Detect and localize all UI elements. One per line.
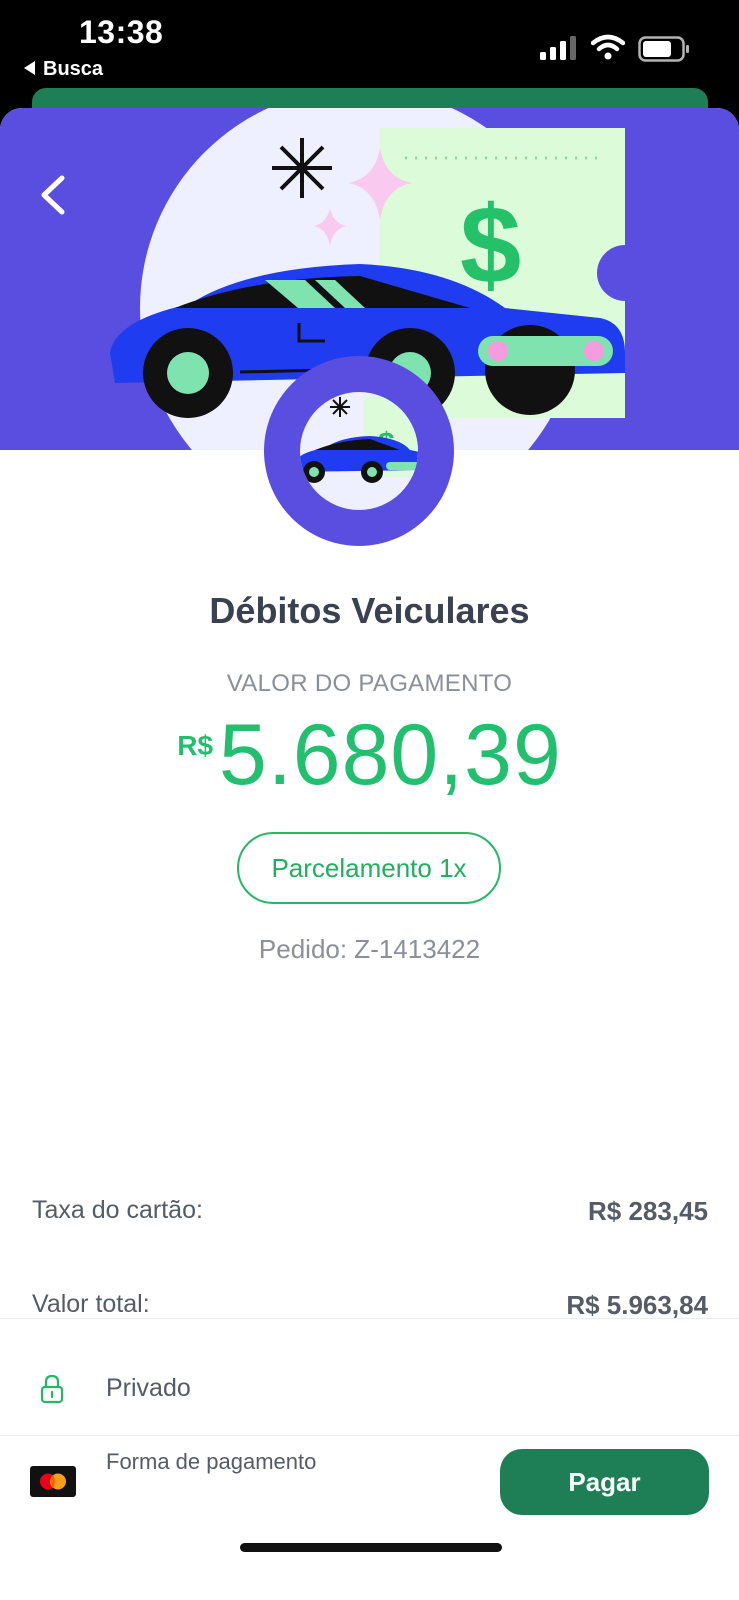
card-fee-label: Taxa do cartão: — [32, 1196, 203, 1224]
payment-method-label[interactable]: Forma de pagamento — [106, 1449, 316, 1475]
status-time: 13:38 — [79, 14, 164, 50]
payment-amount: R$5.680,39 — [0, 706, 739, 805]
pay-button[interactable]: Pagar — [500, 1449, 709, 1515]
cellular-signal-icon — [540, 36, 576, 60]
avatar-illustration: $ — [300, 392, 418, 510]
wifi-icon — [591, 34, 625, 60]
privacy-row[interactable]: Privado — [0, 1344, 739, 1434]
payment-value-label: VALOR DO PAGAMENTO — [226, 670, 513, 697]
mini-car-icon: $ — [300, 397, 418, 483]
payment-row: Forma de pagamento Pagar — [0, 1435, 739, 1545]
mastercard-icon[interactable] — [30, 1466, 76, 1497]
installment-button[interactable]: Parcelamento 1x — [237, 832, 501, 904]
back-triangle-icon — [24, 60, 35, 75]
card-fee-value: R$ 283,45 — [588, 1196, 708, 1226]
back-to-app-link[interactable]: Busca — [24, 58, 103, 81]
total-value: R$ 5.963,84 — [566, 1290, 708, 1320]
home-indicator — [240, 1543, 502, 1552]
back-app-label: Busca — [43, 58, 104, 80]
currency-symbol: R$ — [177, 730, 214, 761]
total-label: Valor total: — [32, 1290, 150, 1318]
divider — [0, 1318, 739, 1319]
page-title: Débitos Veiculares — [209, 590, 530, 631]
order-number: Pedido: Z-1413422 — [258, 934, 481, 964]
amount-value: 5.680,39 — [219, 707, 562, 803]
lock-icon — [40, 1374, 64, 1404]
battery-icon — [638, 36, 689, 62]
back-chevron-icon[interactable] — [34, 170, 74, 220]
service-avatar: $ — [264, 356, 454, 546]
payment-sheet: $ $ — [0, 108, 739, 1600]
privacy-label: Privado — [106, 1374, 191, 1402]
